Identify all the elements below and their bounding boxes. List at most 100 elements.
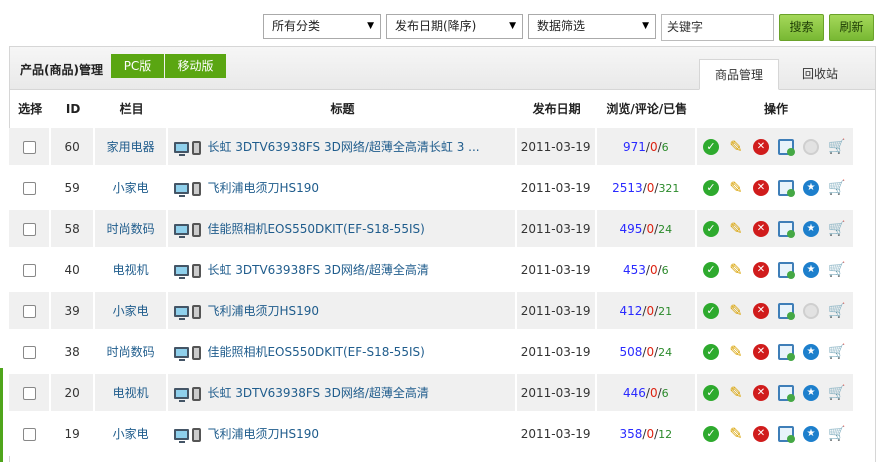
category-link[interactable]: 时尚数码	[94, 210, 169, 251]
row-checkbox[interactable]	[22, 222, 36, 236]
product-title-link[interactable]: 长虹 3DTV63938FS 3D网络/超薄全高清	[207, 263, 428, 277]
recommend-star-icon[interactable]: ★	[802, 220, 819, 237]
copy-icon[interactable]	[777, 138, 795, 156]
category-link[interactable]: 电视机	[94, 374, 169, 415]
title-cell: 佳能照相机EOS550DKIT(EF-S18-55IS)	[168, 333, 517, 374]
cart-icon[interactable]: 🛒	[828, 385, 845, 401]
cart-icon[interactable]: 🛒	[828, 426, 845, 442]
category-link[interactable]: 时尚数码	[94, 333, 169, 374]
edit-pencil-icon[interactable]: ✎	[728, 220, 744, 237]
edit-pencil-icon[interactable]: ✎	[728, 302, 744, 319]
approve-icon[interactable]: ✓	[702, 261, 719, 278]
tab-pc-version[interactable]: PC版	[111, 54, 164, 78]
recommend-star-icon[interactable]: ★	[802, 179, 819, 196]
product-title-link[interactable]: 飞利浦电须刀HS190	[207, 181, 319, 195]
category-link[interactable]: 小家电	[94, 169, 169, 210]
recommend-star-icon[interactable]: ★	[802, 343, 819, 360]
cart-icon[interactable]: 🛒	[828, 221, 845, 237]
cart-icon[interactable]: 🛒	[828, 262, 845, 278]
row-checkbox[interactable]	[22, 345, 36, 359]
actions-cell: ✓ ✎ ✕ ★ 🛒	[696, 415, 855, 456]
category-link[interactable]: 小家电	[94, 292, 169, 333]
title-cell: 佳能照相机EOS550DKIT(EF-S18-55IS)	[168, 210, 517, 251]
recommend-off-icon[interactable]	[802, 302, 819, 319]
search-button[interactable]: 搜索	[779, 14, 824, 41]
approve-icon[interactable]: ✓	[702, 384, 719, 401]
edit-pencil-icon[interactable]: ✎	[728, 384, 744, 401]
tab-recycle-bin[interactable]: 回收站	[782, 59, 858, 90]
panel-title: 产品(商品)管理	[20, 63, 103, 77]
product-title-link[interactable]: 佳能照相机EOS550DKIT(EF-S18-55IS)	[207, 222, 424, 236]
cart-icon[interactable]: 🛒	[828, 303, 845, 319]
approve-icon[interactable]: ✓	[702, 343, 719, 360]
copy-icon[interactable]	[777, 343, 795, 361]
pc-display-icon	[174, 429, 190, 443]
copy-icon[interactable]	[777, 384, 795, 402]
actions-cell: ✓ ✎ ✕ ★ 🛒	[696, 210, 855, 251]
recommend-off-icon[interactable]	[802, 138, 819, 155]
product-title-link[interactable]: 长虹 3DTV63938FS 3D网络/超薄全高清	[207, 386, 428, 400]
row-checkbox[interactable]	[22, 427, 36, 441]
approve-icon[interactable]: ✓	[702, 302, 719, 319]
category-link[interactable]: 电视机	[94, 251, 169, 292]
approve-icon[interactable]: ✓	[702, 220, 719, 237]
cart-icon[interactable]: 🛒	[828, 344, 845, 360]
approve-icon[interactable]: ✓	[702, 179, 719, 196]
cart-icon[interactable]: 🛒	[828, 180, 845, 196]
recommend-star-icon[interactable]: ★	[802, 261, 819, 278]
title-cell: 飞利浦电须刀HS190	[168, 292, 517, 333]
row-checkbox[interactable]	[22, 386, 36, 400]
copy-icon[interactable]	[777, 425, 795, 443]
panel-header: 产品(商品)管理 PC版 移动版 商品管理 回收站	[10, 47, 875, 90]
date-cell: 2011-03-19	[516, 333, 597, 374]
delete-icon[interactable]: ✕	[752, 425, 769, 442]
keyword-input[interactable]: 关键字	[661, 14, 774, 41]
edit-pencil-icon[interactable]: ✎	[728, 138, 744, 155]
edit-pencil-icon[interactable]: ✎	[728, 425, 744, 442]
row-checkbox[interactable]	[22, 181, 36, 195]
tab-mobile-version[interactable]: 移动版	[165, 54, 226, 78]
delete-icon[interactable]: ✕	[752, 384, 769, 401]
copy-icon[interactable]	[777, 220, 795, 238]
approve-icon[interactable]: ✓	[702, 425, 719, 442]
tab-product-management[interactable]: 商品管理	[699, 59, 779, 90]
product-title-link[interactable]: 长虹 3DTV63938FS 3D网络/超薄全高清长虹 3 ...	[207, 140, 479, 154]
views-count: 971	[622, 139, 646, 154]
refresh-button[interactable]: 刷新	[829, 14, 874, 41]
header-select: 选择	[18, 102, 43, 116]
id-cell: 40	[51, 251, 95, 292]
copy-icon[interactable]	[777, 261, 795, 279]
edit-pencil-icon[interactable]: ✎	[728, 343, 744, 360]
table-row: 20 电视机 长虹 3DTV63938FS 3D网络/超薄全高清 2011-03-19…	[9, 374, 855, 415]
stats-cell: 453/0/6	[596, 251, 697, 292]
filter-select[interactable]: 数据筛选 ▼	[528, 14, 656, 39]
sort-select[interactable]: 发布日期(降序) ▼	[386, 14, 523, 39]
product-title-link[interactable]: 飞利浦电须刀HS190	[207, 304, 319, 318]
delete-icon[interactable]: ✕	[752, 220, 769, 237]
copy-icon[interactable]	[777, 302, 795, 320]
delete-icon[interactable]: ✕	[752, 138, 769, 155]
row-checkbox[interactable]	[22, 140, 36, 154]
copy-icon[interactable]	[777, 179, 795, 197]
product-title-link[interactable]: 飞利浦电须刀HS190	[207, 427, 319, 441]
product-title-link[interactable]: 佳能照相机EOS550DKIT(EF-S18-55IS)	[207, 345, 424, 359]
edit-pencil-icon[interactable]: ✎	[728, 261, 744, 278]
toolbar: 所有分类 ▼ 发布日期(降序) ▼ 数据筛选 ▼ 关键字 搜索 刷新	[0, 0, 889, 44]
recommend-star-icon[interactable]: ★	[802, 425, 819, 442]
cart-icon[interactable]: 🛒	[828, 139, 845, 155]
delete-icon[interactable]: ✕	[752, 261, 769, 278]
category-select[interactable]: 所有分类 ▼	[263, 14, 381, 39]
category-link[interactable]: 家用电器	[94, 128, 169, 169]
delete-icon[interactable]: ✕	[752, 302, 769, 319]
delete-icon[interactable]: ✕	[752, 343, 769, 360]
row-checkbox[interactable]	[22, 263, 36, 277]
recommend-star-icon[interactable]: ★	[802, 384, 819, 401]
id-cell: 20	[51, 374, 95, 415]
delete-icon[interactable]: ✕	[752, 179, 769, 196]
dropdown-arrow-icon: ▼	[642, 21, 649, 31]
sold-count: 6	[661, 386, 669, 400]
approve-icon[interactable]: ✓	[702, 138, 719, 155]
row-checkbox[interactable]	[22, 304, 36, 318]
category-link[interactable]: 小家电	[94, 415, 169, 456]
edit-pencil-icon[interactable]: ✎	[728, 179, 744, 196]
